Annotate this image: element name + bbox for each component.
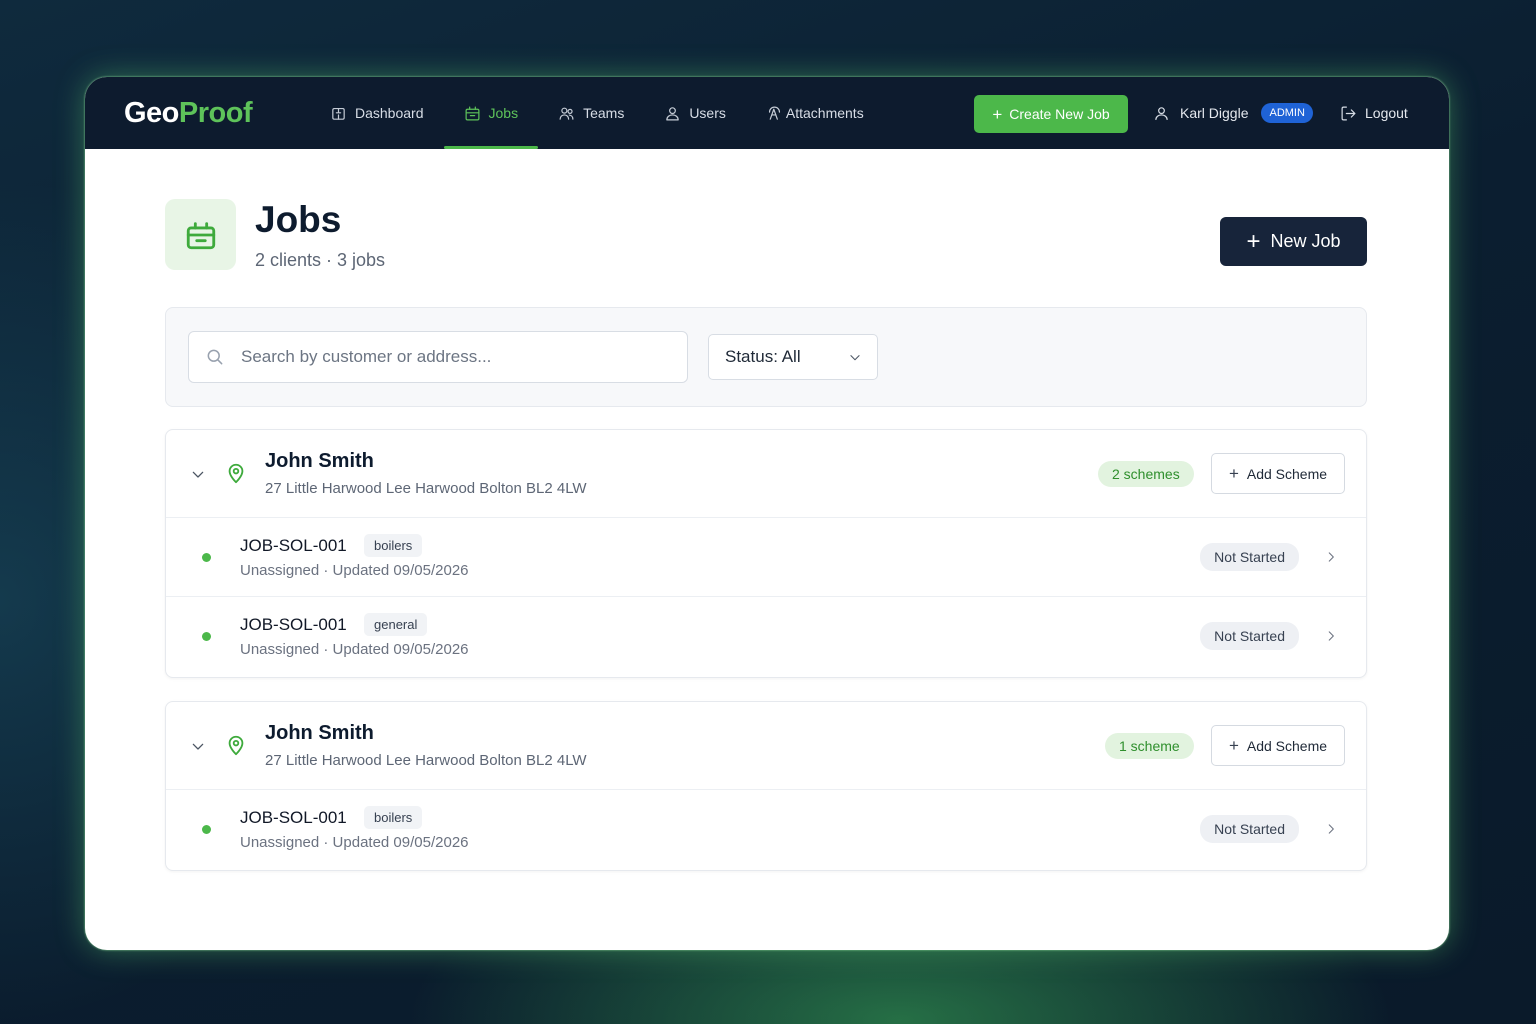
create-new-job-button[interactable]: + Create New Job (974, 95, 1128, 133)
plus-icon: + (1246, 227, 1261, 255)
status-dot (202, 553, 211, 562)
page-header: Jobs 2 clients · 3 jobs + New Job (165, 199, 1367, 271)
client-card: John Smith 27 Little Harwood Lee Harwood… (165, 429, 1367, 678)
chevron-down-icon[interactable] (190, 739, 206, 755)
chevron-right-icon[interactable] (1324, 629, 1338, 643)
search-icon (207, 349, 223, 365)
user-menu[interactable]: Karl Diggle ADMIN (1153, 77, 1313, 149)
scheme-count-badge: 1 scheme (1105, 733, 1194, 759)
add-scheme-button[interactable]: + Add Scheme (1211, 725, 1345, 766)
scheme-count-badge: 2 schemes (1098, 461, 1194, 487)
client-card: John Smith 27 Little Harwood Lee Harwood… (165, 701, 1367, 871)
briefcase-icon (186, 221, 215, 249)
nav-item-label: Teams (583, 105, 625, 121)
job-id: JOB-SOL-001 (240, 808, 347, 827)
add-scheme-label: Add Scheme (1246, 737, 1328, 754)
job-meta: Unassigned · Updated 09/05/2026 (240, 641, 469, 658)
nav-item-label: Dashboard (355, 105, 424, 121)
create-new-job-label: Create New Job (1009, 106, 1110, 122)
client-header: John Smith 27 Little Harwood Lee Harwood… (166, 702, 1366, 790)
user-name: Karl Diggle (1180, 105, 1249, 121)
job-meta: Unassigned · Updated 09/05/2026 (240, 562, 469, 579)
location-pin-icon (228, 735, 244, 756)
job-id: JOB-SOL-001 (240, 536, 347, 555)
new-job-button[interactable]: + New Job (1220, 217, 1367, 266)
job-id: JOB-SOL-001 (240, 615, 347, 634)
page-title: Jobs (255, 199, 342, 240)
chevron-right-icon[interactable] (1324, 822, 1338, 836)
status-dot (202, 825, 211, 834)
chevron-down-icon (850, 355, 860, 361)
nav-item-attachments[interactable]: Attachments (746, 77, 884, 149)
chevron-right-icon[interactable] (1324, 550, 1338, 564)
job-row[interactable]: JOB-SOL-001 boilers Unassigned · Updated… (166, 790, 1366, 869)
attachment-icon (768, 106, 780, 120)
job-status-pill: Not Started (1200, 815, 1299, 843)
job-tag: boilers (364, 806, 423, 829)
job-status-pill: Not Started (1200, 622, 1299, 650)
plus-icon: + (992, 104, 1003, 124)
job-row[interactable]: JOB-SOL-001 general Unassigned · Updated… (166, 597, 1366, 676)
teams-icon (559, 107, 574, 120)
app-window: GeoProof Dashboard Jobs Teams Users Atta… (85, 77, 1449, 950)
user-icon (666, 106, 680, 120)
client-name: John Smith (265, 722, 374, 744)
briefcase-icon (465, 106, 479, 120)
logout-button[interactable]: Logout (1340, 77, 1408, 149)
jobs-page-icon (165, 199, 236, 270)
logout-icon (1341, 106, 1356, 120)
top-nav: GeoProof Dashboard Jobs Teams Users Atta… (85, 77, 1449, 149)
job-status-pill: Not Started (1200, 543, 1299, 571)
status-dot (202, 632, 211, 641)
logout-label: Logout (1365, 105, 1408, 121)
job-row[interactable]: JOB-SOL-001 boilers Unassigned · Updated… (166, 518, 1366, 597)
nav-item-teams[interactable]: Teams (538, 77, 644, 149)
status-filter-label: Status: All (725, 347, 801, 366)
geoproof-logo[interactable]: GeoProof (124, 97, 310, 130)
plus-icon: + (1228, 736, 1239, 755)
nav-item-label: Jobs (488, 105, 519, 121)
nav-item-label: Attachments (785, 105, 864, 121)
role-badge: ADMIN (1261, 103, 1313, 123)
location-pin-icon (228, 463, 244, 484)
nav-item-dashboard[interactable]: Dashboard (310, 77, 444, 149)
page-subtitle: 2 clients · 3 jobs (255, 250, 386, 270)
client-name: John Smith (265, 450, 374, 472)
search-box[interactable] (188, 331, 688, 383)
new-job-label: New Job (1270, 231, 1341, 251)
nav-item-label: Users (689, 105, 726, 121)
nav-menu: Dashboard Jobs Teams Users Attachments (310, 77, 884, 149)
nav-item-jobs[interactable]: Jobs (443, 77, 539, 149)
dashboard-icon (332, 107, 345, 120)
plus-icon: + (1228, 464, 1239, 483)
add-scheme-button[interactable]: + Add Scheme (1211, 453, 1345, 494)
search-input[interactable] (241, 347, 661, 367)
add-scheme-label: Add Scheme (1246, 465, 1328, 482)
user-icon (1155, 106, 1168, 120)
job-tag: boilers (364, 534, 423, 557)
nav-item-users[interactable]: Users (644, 77, 746, 149)
job-meta: Unassigned · Updated 09/05/2026 (240, 834, 469, 851)
status-filter-select[interactable]: Status: All (708, 334, 878, 380)
client-address: 27 Little Harwood Lee Harwood Bolton BL2… (265, 480, 587, 497)
chevron-down-icon[interactable] (190, 467, 206, 483)
job-tag: general (364, 613, 428, 636)
client-header: John Smith 27 Little Harwood Lee Harwood… (166, 430, 1366, 518)
client-address: 27 Little Harwood Lee Harwood Bolton BL2… (265, 752, 587, 769)
filter-bar: Status: All (165, 307, 1367, 407)
